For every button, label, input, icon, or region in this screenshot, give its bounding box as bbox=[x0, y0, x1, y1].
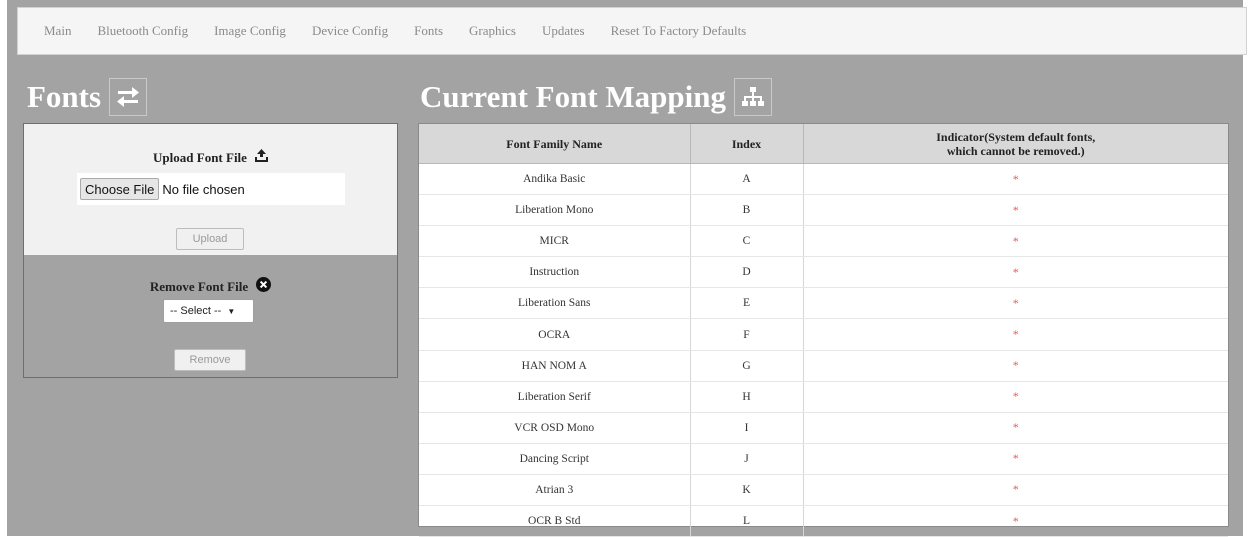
nav-image-config[interactable]: Image Config bbox=[201, 8, 299, 54]
cell-font-family: MICR bbox=[419, 225, 691, 258]
cell-index: H bbox=[690, 381, 804, 413]
font-file-panel: Upload Font File Choose File No file cho… bbox=[23, 123, 398, 378]
cell-index: E bbox=[690, 287, 804, 320]
table-row: OCRA F * bbox=[419, 318, 1228, 351]
table-row: Liberation Sans E * bbox=[419, 287, 1228, 320]
upload-title: Upload Font File bbox=[24, 149, 397, 166]
table-row: VCR OSD Mono I * bbox=[419, 412, 1228, 444]
table-row: Atrian 3 K * bbox=[419, 474, 1228, 507]
fonts-heading-text: Fonts bbox=[27, 79, 102, 114]
cell-font-family: Andika Basic bbox=[419, 163, 691, 196]
cell-indicator: * bbox=[803, 443, 1228, 475]
cell-font-family: Dancing Script bbox=[419, 443, 691, 475]
mapping-heading: Current Font Mapping bbox=[420, 78, 773, 116]
cell-font-family: VCR OSD Mono bbox=[419, 412, 691, 444]
top-nav: Main Bluetooth Config Image Config Devic… bbox=[17, 7, 1247, 55]
swap-arrows-icon bbox=[109, 78, 148, 116]
table-row: OCR B Std L * bbox=[419, 505, 1228, 537]
cell-font-family: Instruction bbox=[419, 256, 691, 289]
upload-icon bbox=[254, 149, 268, 166]
cell-font-family: HAN NOM A bbox=[419, 350, 691, 382]
table-row: Liberation Serif H * bbox=[419, 381, 1228, 413]
font-mapping-table: Font Family Name Index Indicator(System … bbox=[418, 123, 1229, 537]
cell-indicator: * bbox=[803, 256, 1228, 289]
nav-reset-factory-defaults[interactable]: Reset To Factory Defaults bbox=[598, 8, 760, 54]
cell-index: D bbox=[690, 256, 804, 289]
header-font-family: Font Family Name bbox=[419, 124, 691, 164]
cell-font-family: Liberation Mono bbox=[419, 194, 691, 227]
font-file-input[interactable]: Choose File No file chosen bbox=[77, 173, 345, 205]
cell-indicator: * bbox=[803, 474, 1228, 507]
table-row: Dancing Script J * bbox=[419, 443, 1228, 475]
choose-file-button[interactable]: Choose File bbox=[80, 178, 160, 200]
cell-index: J bbox=[690, 443, 804, 475]
nav-updates[interactable]: Updates bbox=[529, 8, 598, 54]
cell-index: B bbox=[690, 194, 804, 227]
remove-title-text: Remove Font File bbox=[149, 278, 249, 294]
cell-index: G bbox=[690, 350, 804, 382]
table-row: MICR C * bbox=[419, 225, 1228, 258]
cell-indicator: * bbox=[803, 287, 1228, 320]
cell-indicator: * bbox=[803, 381, 1228, 413]
sitemap-icon bbox=[734, 78, 773, 116]
fonts-heading: Fonts bbox=[27, 78, 148, 116]
nav-bluetooth-config[interactable]: Bluetooth Config bbox=[84, 8, 201, 54]
header-index: Index bbox=[690, 124, 804, 164]
cell-indicator: * bbox=[803, 163, 1228, 196]
upload-button[interactable]: Upload bbox=[176, 228, 244, 250]
remove-circle-icon bbox=[256, 277, 272, 296]
remove-title: Remove Font File bbox=[24, 277, 397, 296]
chevron-down-icon: ▼ bbox=[227, 306, 236, 316]
table-row: Instruction D * bbox=[419, 256, 1228, 289]
cell-font-family: Atrian 3 bbox=[419, 474, 691, 507]
cell-font-family: OCRA bbox=[419, 318, 691, 351]
cell-font-family: Liberation Serif bbox=[419, 381, 691, 413]
nav-graphics[interactable]: Graphics bbox=[456, 8, 529, 54]
table-row: Liberation Mono B * bbox=[419, 194, 1228, 227]
nav-fonts[interactable]: Fonts bbox=[401, 8, 456, 54]
table-header-row: Font Family Name Index Indicator(System … bbox=[419, 124, 1228, 164]
cell-index: I bbox=[690, 412, 804, 444]
table-row: HAN NOM A G * bbox=[419, 350, 1228, 382]
font-select-dropdown[interactable]: -- Select -- ▼ bbox=[163, 299, 254, 323]
cell-index: L bbox=[690, 505, 804, 537]
header-indicator: Indicator(System default fonts, which ca… bbox=[803, 124, 1228, 164]
select-value: -- Select -- bbox=[170, 305, 222, 317]
cell-indicator: * bbox=[803, 318, 1228, 351]
cell-index: F bbox=[690, 318, 804, 351]
cell-font-family: Liberation Sans bbox=[419, 287, 691, 320]
cell-indicator: * bbox=[803, 412, 1228, 444]
upload-title-text: Upload Font File bbox=[153, 149, 247, 165]
nav-main[interactable]: Main bbox=[18, 8, 84, 54]
header-indicator-line2: which cannot be removed.) bbox=[946, 143, 1085, 158]
nav-device-config[interactable]: Device Config bbox=[299, 8, 401, 54]
table-row: Andika Basic A * bbox=[419, 163, 1228, 196]
cell-index: C bbox=[690, 225, 804, 258]
no-file-chosen-text: No file chosen bbox=[162, 181, 245, 197]
remove-button[interactable]: Remove bbox=[174, 349, 246, 371]
mapping-heading-text: Current Font Mapping bbox=[420, 79, 727, 114]
cell-indicator: * bbox=[803, 225, 1228, 258]
cell-indicator: * bbox=[803, 505, 1228, 537]
cell-indicator: * bbox=[803, 194, 1228, 227]
header-indicator-line1: Indicator(System default fonts, bbox=[936, 129, 1096, 144]
cell-font-family: OCR B Std bbox=[419, 505, 691, 537]
cell-index: K bbox=[690, 474, 804, 507]
cell-index: A bbox=[690, 163, 804, 196]
cell-indicator: * bbox=[803, 350, 1228, 382]
